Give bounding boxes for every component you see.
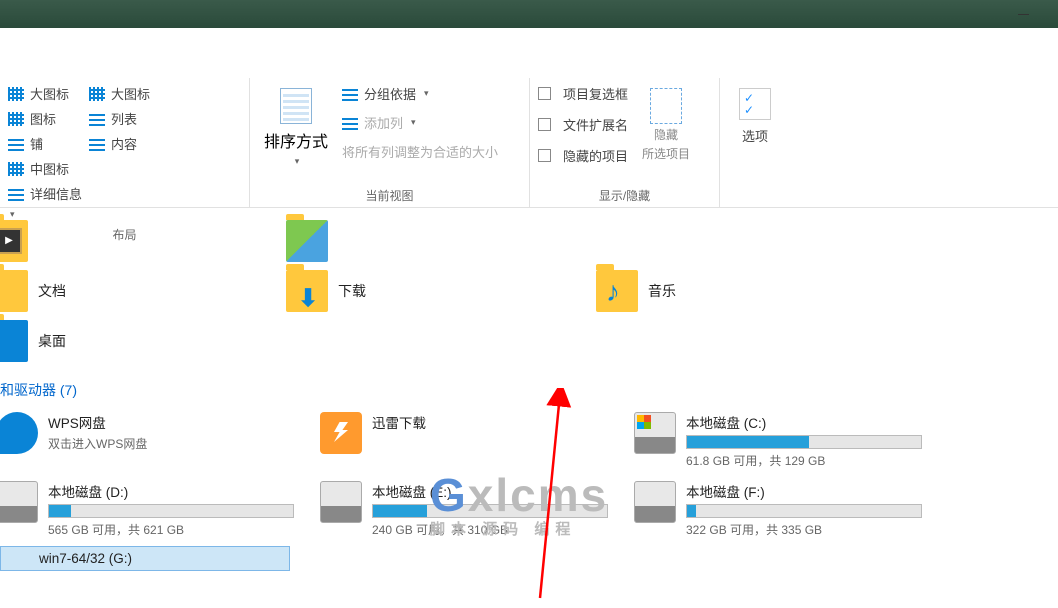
hide-selected-button: 隐藏 所选项目 (634, 84, 698, 167)
minimize-button[interactable] (1000, 0, 1046, 28)
drive-thunder[interactable]: 迅雷下载 (314, 408, 614, 473)
folder-desktop[interactable]: 桌面 (0, 316, 280, 366)
drive-subtitle: 双击进入WPS网盘 (48, 435, 294, 452)
folder-pictures-partial[interactable] (280, 216, 590, 266)
drive-f[interactable]: 本地磁盘 (F:) 322 GB 可用，共 335 GB (628, 477, 928, 542)
folder-videos-partial[interactable] (0, 216, 280, 266)
folder-icon (0, 320, 28, 362)
layout-list[interactable]: 列表 (89, 109, 150, 128)
layout-small-icons[interactable]: 图标 (8, 109, 69, 128)
checkbox-hidden-items[interactable]: 隐藏的项目 (538, 146, 628, 165)
checkbox-icon (538, 87, 551, 100)
title-bar (0, 0, 1058, 28)
ribbon-group-layout: 大图标 图标 铺 大图标 列表 内容 中图标 详细信息 ▾ 布局 (0, 78, 250, 207)
folder-icon (0, 270, 28, 312)
folder-label: 下载 (338, 281, 366, 301)
folder-music[interactable]: 音乐 (590, 266, 900, 316)
drive-name: 本地磁盘 (C:) (686, 412, 922, 432)
layout-extra-large-icons[interactable]: 大图标 (8, 84, 69, 103)
grid-icon (8, 87, 24, 101)
drive-name: 本地磁盘 (F:) (686, 481, 922, 501)
spacer (590, 216, 970, 266)
layout-content[interactable]: 内容 (89, 134, 150, 153)
drive-c[interactable]: 本地磁盘 (C:) 61.8 GB 可用，共 129 GB (628, 408, 928, 473)
drive-wps[interactable]: WPS网盘 双击进入WPS网盘 (0, 408, 300, 473)
hide-icon (650, 88, 682, 124)
ribbon-group-options: 选项 (720, 78, 790, 207)
folder-label: 桌面 (38, 331, 66, 351)
folder-icon (0, 220, 28, 262)
checkbox-item-checkboxes[interactable]: 项目复选框 (538, 84, 628, 103)
folder-icon (286, 270, 328, 312)
options-button[interactable]: 选项 (728, 84, 782, 149)
list-icon (89, 112, 105, 126)
grid-icon (89, 87, 105, 101)
sort-icon (280, 88, 312, 124)
usage-bar (686, 435, 922, 449)
section-header-drives[interactable]: 和驱动器 (7) (0, 366, 1058, 408)
wps-icon (0, 412, 38, 454)
ribbon-group-current-view: 排序方式 ▾ 分组依据▾ 添加列▾ 将所有列调整为合适的大小 当前视图 (250, 78, 530, 207)
folder-label: 文档 (38, 281, 66, 301)
chevron-down-icon: ▾ (424, 88, 429, 99)
drive-e[interactable]: 本地磁盘 (E:) 240 GB 可用，共 310 GB (314, 477, 614, 542)
drive-usage: 240 GB 可用，共 310 GB (372, 521, 608, 538)
folder-icon (596, 270, 638, 312)
drive-d[interactable]: 本地磁盘 (D:) 565 GB 可用，共 621 GB (0, 477, 300, 542)
group-label-current-view: 当前视图 (258, 183, 521, 204)
drive-usage: 565 GB 可用，共 621 GB (48, 521, 294, 538)
usage-bar (48, 504, 294, 518)
sort-button[interactable]: 排序方式 ▾ (258, 84, 334, 171)
details-icon (8, 187, 24, 201)
drive-usage: 61.8 GB 可用，共 129 GB (686, 452, 922, 469)
drive-usage: 322 GB 可用，共 335 GB (686, 521, 922, 538)
layout-medium-icons[interactable]: 中图标 (8, 159, 82, 178)
grid-icon (8, 112, 24, 126)
chevron-down-icon: ▾ (295, 156, 300, 167)
layout-details[interactable]: 详细信息 (8, 184, 82, 203)
layout-tiles[interactable]: 铺 (8, 134, 69, 153)
drive-name: 迅雷下载 (372, 412, 608, 432)
options-icon (739, 88, 771, 120)
group-label-show-hide: 显示/隐藏 (538, 183, 711, 204)
checkbox-icon (538, 118, 551, 131)
ribbon-tabs-area (0, 28, 1058, 78)
group-icon (342, 87, 358, 101)
fit-columns-button: 将所有列调整为合适的大小 (342, 142, 498, 161)
group-by-button[interactable]: 分组依据▾ (342, 84, 498, 103)
drive-name: WPS网盘 (48, 412, 294, 432)
ribbon: 大图标 图标 铺 大图标 列表 内容 中图标 详细信息 ▾ 布局 排序方式 ▾ (0, 78, 1058, 208)
hdd-icon (0, 481, 38, 523)
tiles-icon (8, 137, 24, 151)
thunder-icon (320, 412, 362, 454)
chevron-down-icon: ▾ (411, 117, 416, 128)
grid-icon (8, 162, 24, 176)
hdd-icon (634, 481, 676, 523)
folder-documents[interactable]: 文档 (0, 266, 280, 316)
checkbox-icon (538, 149, 551, 162)
folders-grid: 文档 下载 音乐 桌面 (0, 216, 1058, 366)
content-icon (89, 137, 105, 151)
drives-grid: WPS网盘 双击进入WPS网盘 迅雷下载 本地磁盘 (C:) 61.8 GB 可… (0, 408, 1058, 571)
usage-bar (372, 504, 608, 518)
drive-name: 本地磁盘 (E:) (372, 481, 608, 501)
drive-name: 本地磁盘 (D:) (48, 481, 294, 501)
columns-icon (342, 116, 358, 130)
folder-icon (286, 220, 328, 262)
content-area: 文档 下载 音乐 桌面 和驱动器 (7) WPS网盘 双击进入WPS网盘 (0, 208, 1058, 571)
checkbox-file-extensions[interactable]: 文件扩展名 (538, 115, 628, 134)
usage-bar (686, 504, 922, 518)
layout-large-icons[interactable]: 大图标 (89, 84, 150, 103)
ribbon-group-show-hide: 项目复选框 文件扩展名 隐藏的项目 隐藏 所选项目 显示/隐藏 (530, 78, 720, 207)
folder-label: 音乐 (648, 281, 676, 301)
drive-name: win7-64/32 (G:) (39, 551, 283, 566)
folder-downloads[interactable]: 下载 (280, 266, 590, 316)
drive-g[interactable]: win7-64/32 (G:) (0, 546, 290, 571)
hdd-icon (320, 481, 362, 523)
add-columns-button: 添加列▾ (342, 113, 498, 132)
hdd-icon (634, 412, 676, 454)
